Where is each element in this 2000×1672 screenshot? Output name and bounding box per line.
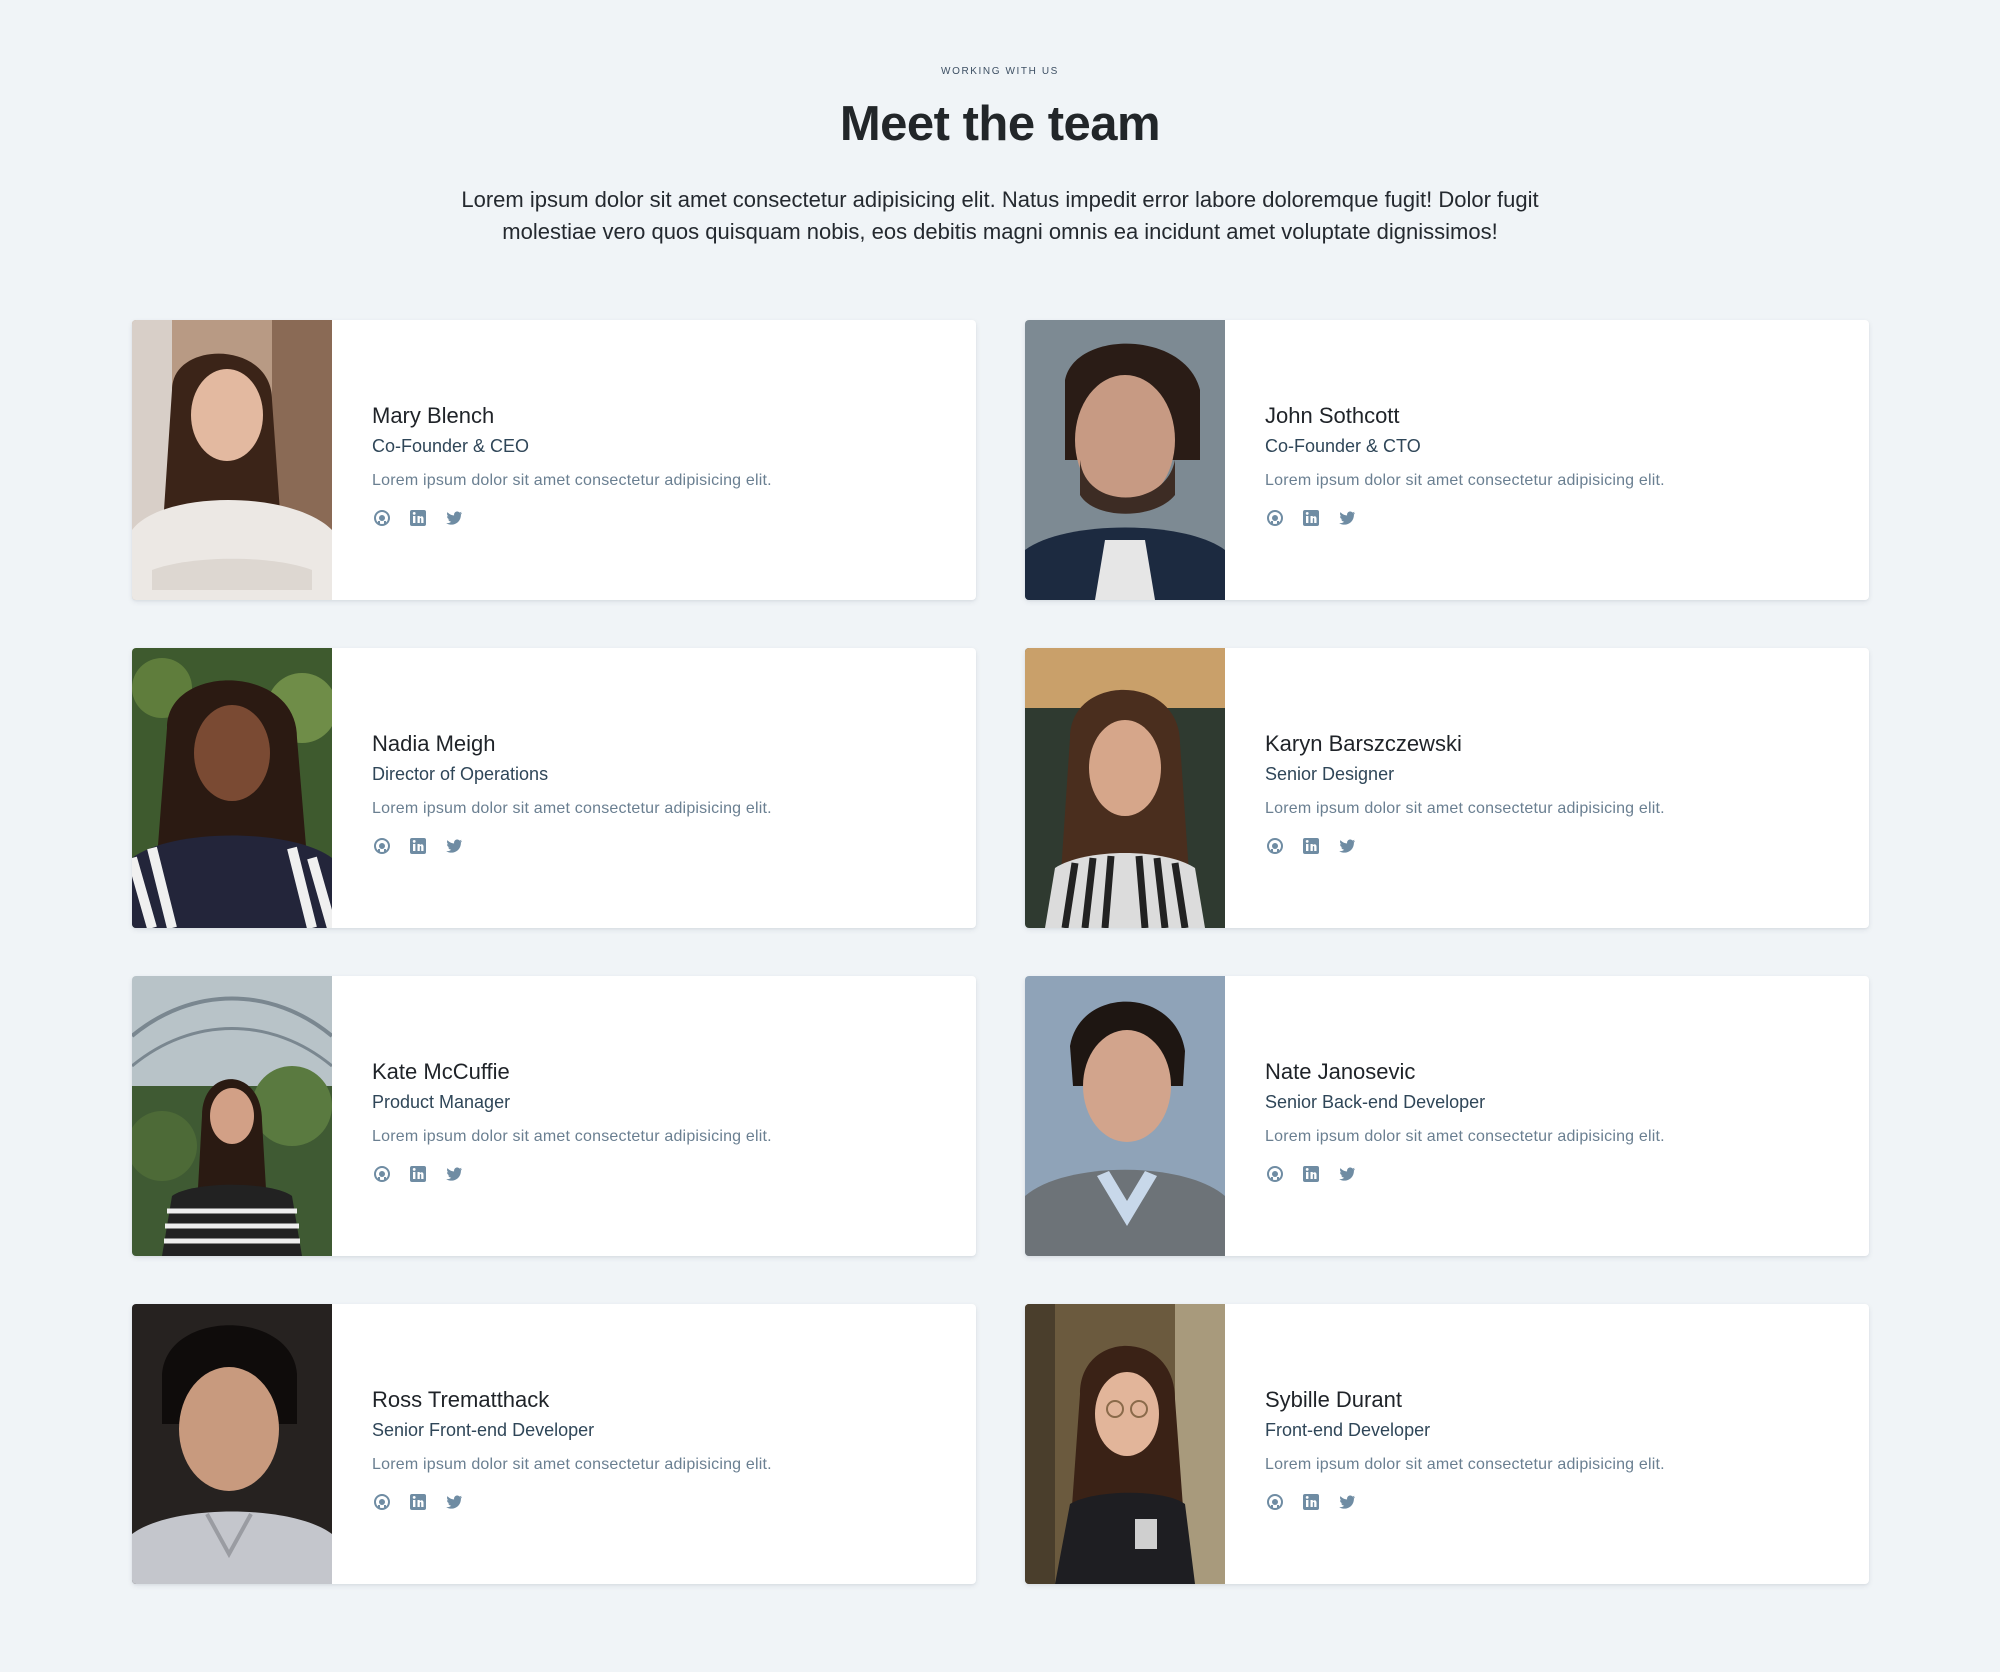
twitter-icon[interactable]: [444, 836, 464, 856]
member-name: Sybille Durant: [1265, 1387, 1402, 1412]
twitter-icon[interactable]: [1337, 836, 1357, 856]
github-icon[interactable]: [1265, 836, 1285, 856]
page-title: Meet the team: [839, 97, 1161, 151]
github-icon[interactable]: [1265, 1164, 1285, 1184]
team-member-card: Kate McCuffie Product Manager Lorem ipsu…: [132, 976, 976, 1256]
member-name: Nate Janosevic: [1265, 1059, 1416, 1084]
linkedin-icon[interactable]: [1301, 1164, 1321, 1184]
twitter-icon[interactable]: [1337, 508, 1357, 528]
member-bio: Lorem ipsum dolor sit amet consectetur a…: [372, 800, 772, 817]
member-bio: Lorem ipsum dolor sit amet consectetur a…: [1265, 1128, 1665, 1145]
social-links: [372, 1492, 772, 1512]
member-photo: [132, 1304, 332, 1584]
social-links: [372, 508, 772, 528]
linkedin-icon[interactable]: [1301, 1492, 1321, 1512]
member-info: John Sothcott Co-Founder & CTO Lorem ips…: [1225, 320, 1665, 600]
team-member-card: Nate Janosevic Senior Back-end Developer…: [1025, 976, 1869, 1256]
member-info: Sybille Durant Front-end Developer Lorem…: [1225, 1304, 1665, 1584]
member-role: Senior Designer: [1265, 764, 1395, 784]
linkedin-icon[interactable]: [1301, 508, 1321, 528]
team-grid: Mary Blench Co-Founder & CEO Lorem ipsum…: [132, 320, 1869, 1584]
linkedin-icon[interactable]: [1301, 836, 1321, 856]
linkedin-icon[interactable]: [408, 508, 428, 528]
member-photo: [132, 976, 332, 1256]
member-photo: [1025, 976, 1225, 1256]
member-name: John Sothcott: [1265, 403, 1400, 428]
github-icon[interactable]: [1265, 1492, 1285, 1512]
twitter-icon[interactable]: [1337, 1492, 1357, 1512]
member-bio: Lorem ipsum dolor sit amet consectetur a…: [372, 472, 772, 489]
member-bio: Lorem ipsum dolor sit amet consectetur a…: [372, 1456, 772, 1473]
social-links: [372, 836, 772, 856]
member-info: Nadia Meigh Director of Operations Lorem…: [332, 648, 772, 928]
member-bio: Lorem ipsum dolor sit amet consectetur a…: [1265, 1456, 1665, 1473]
member-name: Karyn Barszczewski: [1265, 731, 1462, 756]
team-member-card: Nadia Meigh Director of Operations Lorem…: [132, 648, 976, 928]
github-icon[interactable]: [1265, 508, 1285, 528]
team-member-card: Karyn Barszczewski Senior Designer Lorem…: [1025, 648, 1869, 928]
member-bio: Lorem ipsum dolor sit amet consectetur a…: [372, 1128, 772, 1145]
member-photo: [1025, 648, 1225, 928]
member-role: Director of Operations: [372, 764, 549, 784]
eyebrow-label: WORKING WITH US: [941, 66, 1059, 77]
linkedin-icon[interactable]: [408, 1492, 428, 1512]
github-icon[interactable]: [372, 836, 392, 856]
twitter-icon[interactable]: [444, 508, 464, 528]
member-role: Senior Front-end Developer: [372, 1420, 595, 1440]
member-role: Co-Founder & CTO: [1265, 436, 1421, 456]
linkedin-icon[interactable]: [408, 1164, 428, 1184]
social-links: [1265, 836, 1665, 856]
member-info: Mary Blench Co-Founder & CEO Lorem ipsum…: [332, 320, 772, 600]
member-bio: Lorem ipsum dolor sit amet consectetur a…: [1265, 472, 1665, 489]
github-icon[interactable]: [372, 508, 392, 528]
member-photo: [1025, 1304, 1225, 1584]
social-links: [1265, 1492, 1665, 1512]
member-photo: [132, 648, 332, 928]
team-member-card: Ross Trematthack Senior Front-end Develo…: [132, 1304, 976, 1584]
team-member-card: Mary Blench Co-Founder & CEO Lorem ipsum…: [132, 320, 976, 600]
intro-paragraph: Lorem ipsum dolor sit amet consectetur a…: [461, 187, 1539, 244]
member-role: Front-end Developer: [1265, 1420, 1431, 1440]
member-info: Ross Trematthack Senior Front-end Develo…: [332, 1304, 772, 1584]
social-links: [372, 1164, 772, 1184]
member-info: Nate Janosevic Senior Back-end Developer…: [1225, 976, 1665, 1256]
team-member-card: John Sothcott Co-Founder & CTO Lorem ips…: [1025, 320, 1869, 600]
member-photo: [1025, 320, 1225, 600]
member-name: Nadia Meigh: [372, 731, 496, 756]
member-bio: Lorem ipsum dolor sit amet consectetur a…: [1265, 800, 1665, 817]
social-links: [1265, 508, 1665, 528]
member-info: Kate McCuffie Product Manager Lorem ipsu…: [332, 976, 772, 1256]
member-role: Product Manager: [372, 1092, 511, 1112]
member-role: Senior Back-end Developer: [1265, 1092, 1486, 1112]
social-links: [1265, 1164, 1665, 1184]
member-name: Ross Trematthack: [372, 1387, 550, 1412]
team-member-card: Sybille Durant Front-end Developer Lorem…: [1025, 1304, 1869, 1584]
twitter-icon[interactable]: [1337, 1164, 1357, 1184]
member-info: Karyn Barszczewski Senior Designer Lorem…: [1225, 648, 1665, 928]
twitter-icon[interactable]: [444, 1492, 464, 1512]
member-name: Mary Blench: [372, 403, 495, 428]
github-icon[interactable]: [372, 1492, 392, 1512]
member-name: Kate McCuffie: [372, 1059, 510, 1084]
member-role: Co-Founder & CEO: [372, 436, 530, 456]
github-icon[interactable]: [372, 1164, 392, 1184]
linkedin-icon[interactable]: [408, 836, 428, 856]
twitter-icon[interactable]: [444, 1164, 464, 1184]
member-photo: [132, 320, 332, 600]
